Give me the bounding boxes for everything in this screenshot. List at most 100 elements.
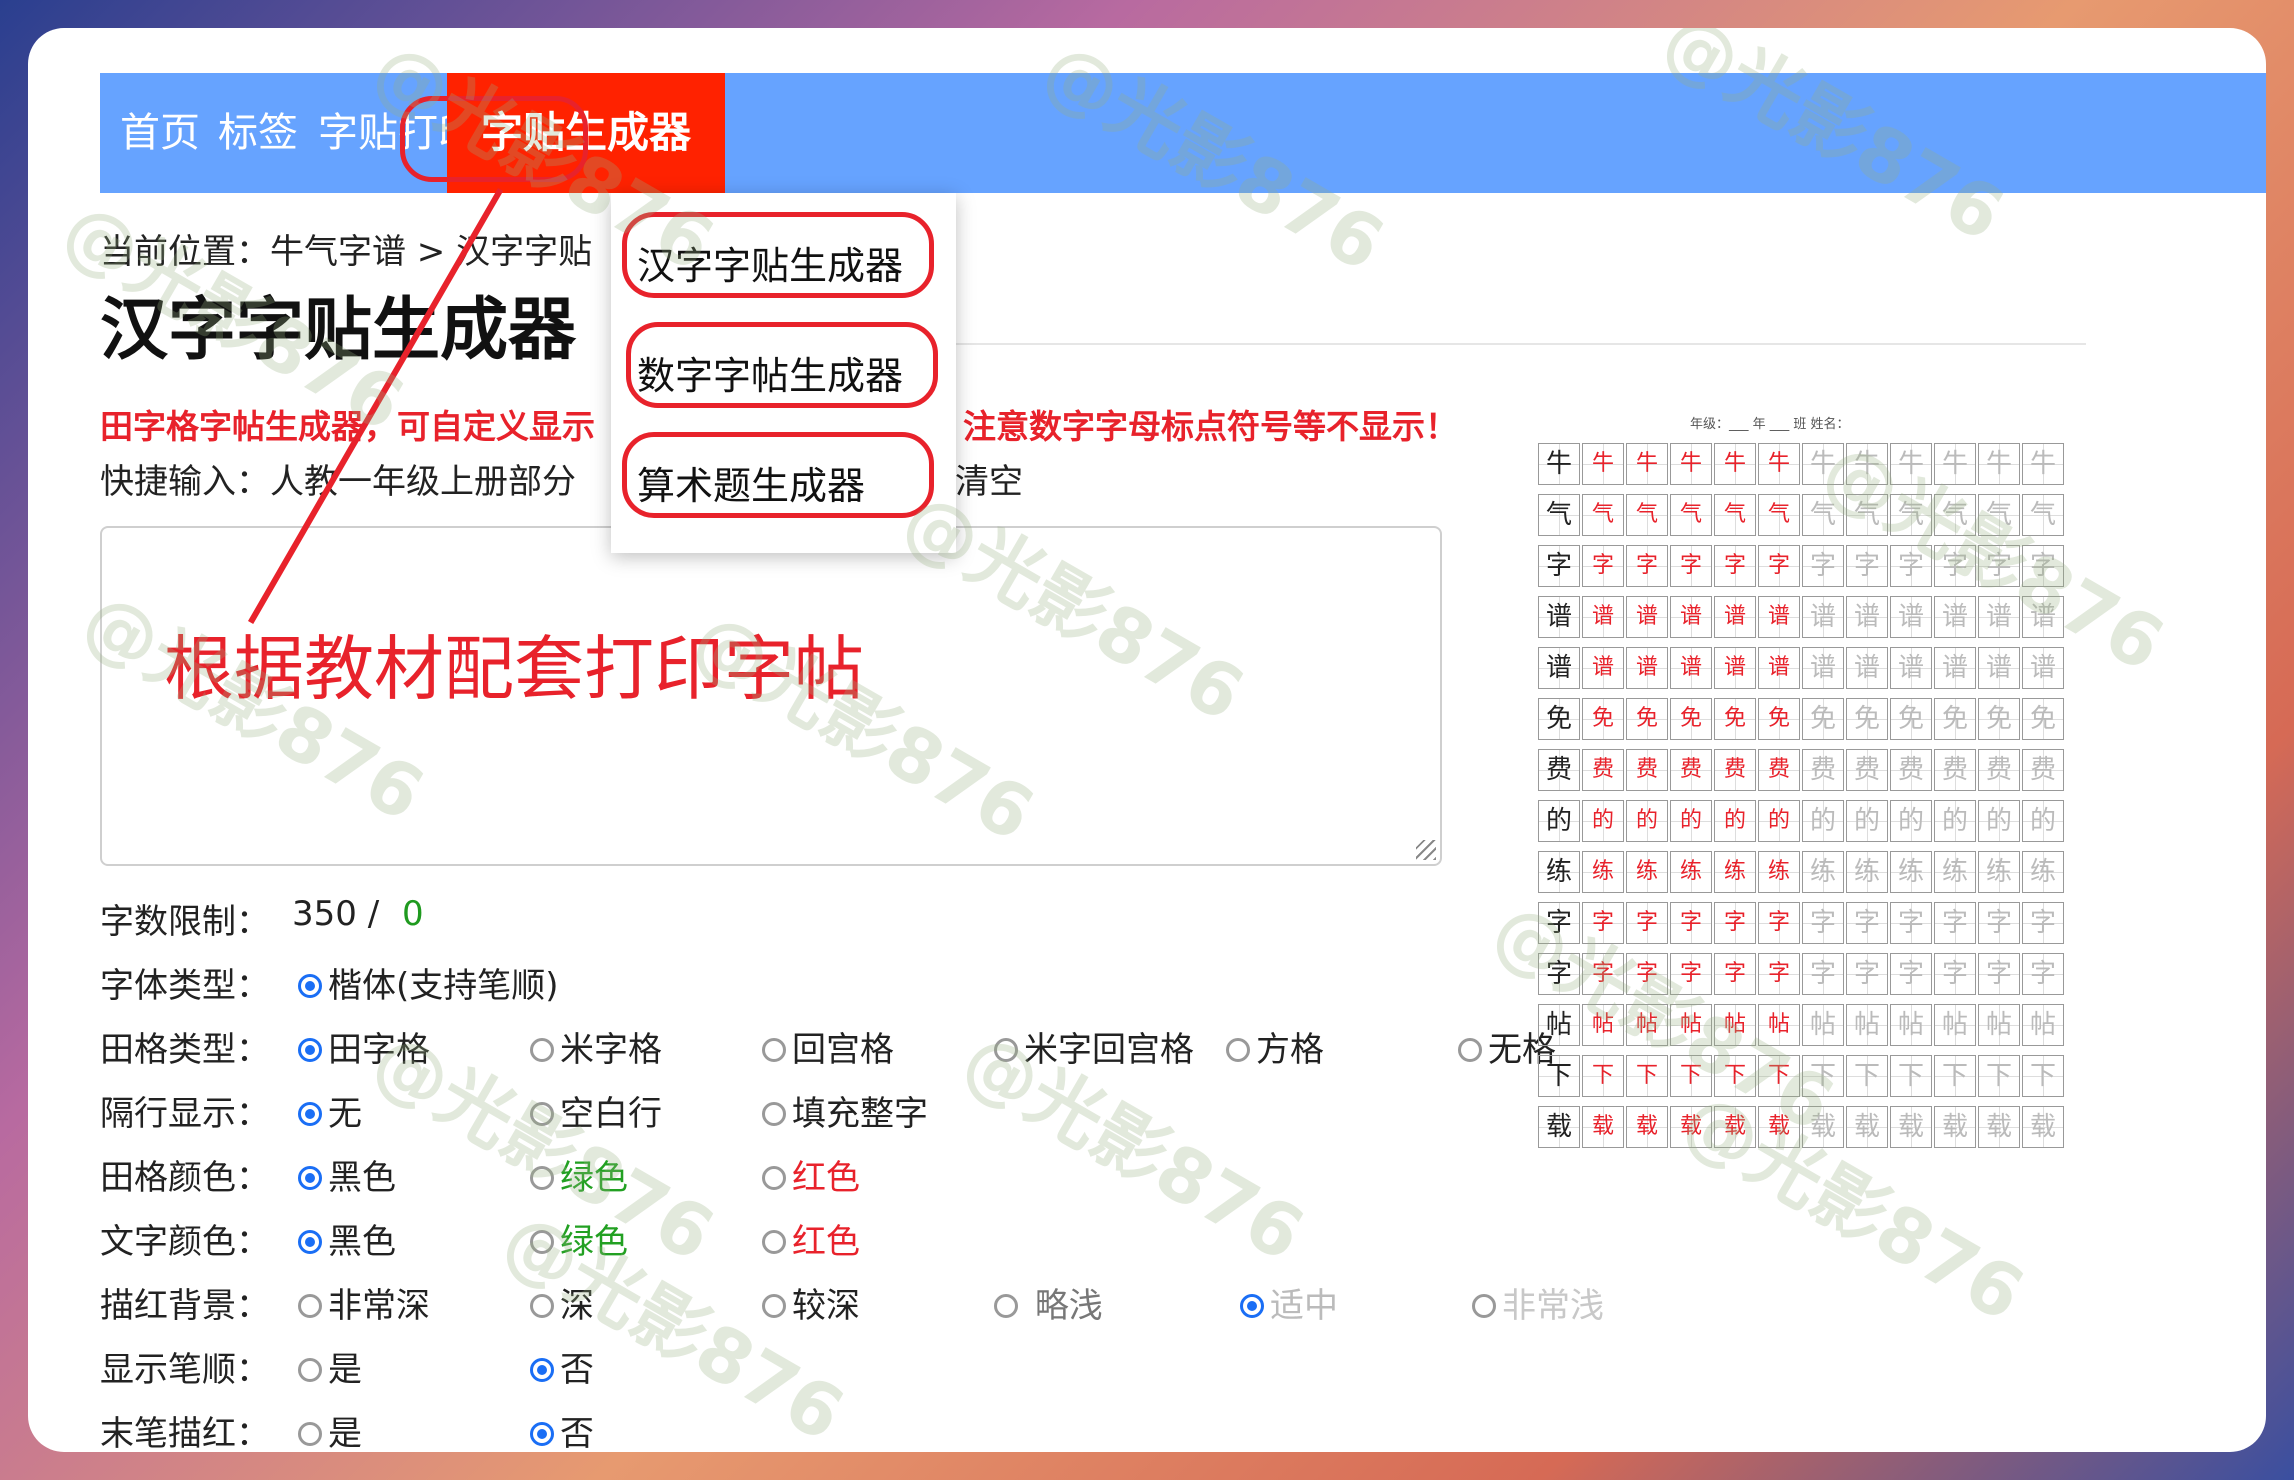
text-color-black[interactable]: 黑色: [298, 1214, 396, 1263]
radio-icon[interactable]: [762, 1165, 786, 1190]
radio-icon[interactable]: [530, 1037, 554, 1062]
radio-icon[interactable]: [298, 1357, 322, 1382]
clear-link[interactable]: 清空: [955, 454, 1023, 503]
preview-cell: 谱: [1758, 647, 1800, 689]
word-limit-max: 350 /: [292, 894, 380, 934]
text-color-green[interactable]: 绿色: [530, 1214, 628, 1263]
radio-icon[interactable]: [1226, 1037, 1250, 1062]
preview-cell: 字: [2022, 902, 2064, 944]
radio-icon[interactable]: [1472, 1293, 1496, 1318]
text-color-red[interactable]: 红色: [762, 1214, 860, 1263]
preview-cell: 字: [1758, 902, 1800, 944]
preview-cell: 气: [1846, 494, 1888, 536]
preview-cell: 下: [2022, 1055, 2064, 1097]
radio-icon[interactable]: [530, 1229, 554, 1254]
preview-cell: 下: [1758, 1055, 1800, 1097]
trace-bg-darker[interactable]: 较深: [762, 1278, 860, 1327]
preview-cell: 帖: [1626, 1004, 1668, 1046]
preview-cell: 免: [1802, 698, 1844, 740]
preview-cell: 载: [1714, 1106, 1756, 1148]
copybook-preview: 年级：___ 年 ___ 班 姓名： 牛牛牛牛牛牛牛牛牛牛牛牛气气气气气气气气气…: [1538, 373, 2078, 1153]
preview-cell: 费: [1758, 749, 1800, 791]
preview-cell: 字: [1538, 545, 1580, 587]
preview-cell: 费: [1890, 749, 1932, 791]
trace-bg-medium[interactable]: 适中: [1240, 1278, 1338, 1327]
radio-icon[interactable]: [530, 1293, 554, 1318]
preview-cell: 费: [1934, 749, 1976, 791]
preview-cell: 载: [1934, 1106, 1976, 1148]
last-stroke-yes[interactable]: 是: [298, 1406, 362, 1452]
spacing-option-fill[interactable]: 填充整字: [762, 1086, 928, 1135]
grid-option-mizi[interactable]: 米字格: [530, 1022, 662, 1071]
grid-color-red[interactable]: 红色: [762, 1150, 860, 1199]
radio-icon[interactable]: [762, 1101, 786, 1126]
resize-handle-icon[interactable]: [1416, 840, 1436, 860]
radio-icon[interactable]: [298, 1421, 322, 1446]
radio-icon[interactable]: [1240, 1293, 1264, 1318]
preview-cell: 载: [1978, 1106, 2020, 1148]
preview-cell: 牛: [1626, 443, 1668, 485]
last-stroke-no[interactable]: 否: [530, 1406, 594, 1452]
preview-cell: 帖: [1538, 1004, 1580, 1046]
trace-bg-dark[interactable]: 深: [530, 1278, 594, 1327]
radio-icon[interactable]: [762, 1229, 786, 1254]
radio-icon[interactable]: [994, 1037, 1018, 1062]
radio-icon[interactable]: [298, 973, 322, 998]
preview-cell: 下: [1538, 1055, 1580, 1097]
radio-icon[interactable]: [762, 1293, 786, 1318]
preview-cell: 练: [1802, 851, 1844, 893]
preview-cell: 载: [1758, 1106, 1800, 1148]
quick-input-label[interactable]: 快捷输入：人教一年级上册部分: [100, 454, 576, 503]
radio-icon[interactable]: [298, 1101, 322, 1126]
preview-cell: 费: [1802, 749, 1844, 791]
grid-option-huigong[interactable]: 回宫格: [762, 1022, 894, 1071]
preview-cell: 帖: [1846, 1004, 1888, 1046]
grid-option-square[interactable]: 方格: [1226, 1022, 1324, 1071]
font-option-kai[interactable]: 楷体(支持笔顺): [298, 958, 559, 1007]
preview-cell: 帖: [1714, 1004, 1756, 1046]
grid-color-black[interactable]: 黑色: [298, 1150, 396, 1199]
radio-icon[interactable]: [994, 1293, 1018, 1318]
browser-window: 首页 标签 字贴打印 字贴生成器 当前位置：牛气字谱 > 汉字字贴 汉字字贴生成…: [28, 28, 2266, 1452]
preview-cell: 的: [1758, 800, 1800, 842]
trace-bg-very-light[interactable]: 非常浅: [1472, 1278, 1604, 1327]
notice-text-right: 注意数字字母标点符号等不显示！: [963, 407, 1458, 446]
preview-cell: 谱: [1626, 596, 1668, 638]
preview-cell: 字: [2022, 545, 2064, 587]
preview-cell: 练: [1846, 851, 1888, 893]
preview-cell: 的: [1626, 800, 1668, 842]
grid-option-mizi-huigong[interactable]: 米字回宫格: [994, 1022, 1194, 1071]
nav-home[interactable]: 首页: [120, 73, 200, 193]
radio-icon[interactable]: [298, 1293, 322, 1318]
nav-tags[interactable]: 标签: [218, 73, 298, 193]
preview-cell: 牛: [1802, 443, 1844, 485]
radio-icon[interactable]: [530, 1101, 554, 1126]
preview-cell: 下: [1978, 1055, 2020, 1097]
preview-cell: 免: [1758, 698, 1800, 740]
preview-cell: 帖: [1758, 1004, 1800, 1046]
trace-bg-very-dark[interactable]: 非常深: [298, 1278, 430, 1327]
radio-icon[interactable]: [298, 1165, 322, 1190]
highlight-circle-menu-1: [622, 212, 934, 298]
radio-icon[interactable]: [530, 1421, 554, 1446]
preview-cell: 费: [1846, 749, 1888, 791]
preview-cell: 帖: [2022, 1004, 2064, 1046]
preview-cell: 免: [1934, 698, 1976, 740]
preview-cell: 牛: [1582, 443, 1624, 485]
preview-cell: 谱: [2022, 647, 2064, 689]
spacing-option-none[interactable]: 无: [298, 1086, 362, 1135]
radio-icon[interactable]: [298, 1229, 322, 1254]
radio-icon[interactable]: [530, 1357, 554, 1382]
spacing-label: 隔行显示：: [100, 1094, 270, 1134]
stroke-order-no[interactable]: 否: [530, 1342, 594, 1391]
grid-option-tianzi[interactable]: 田字格: [298, 1022, 430, 1071]
radio-icon[interactable]: [762, 1037, 786, 1062]
radio-icon[interactable]: [1458, 1037, 1482, 1062]
stroke-order-yes[interactable]: 是: [298, 1342, 362, 1391]
radio-icon[interactable]: [298, 1037, 322, 1062]
trace-bg-light[interactable]: 略浅: [994, 1278, 1103, 1327]
preview-cell: 谱: [1934, 647, 1976, 689]
spacing-option-blank[interactable]: 空白行: [530, 1086, 662, 1135]
radio-icon[interactable]: [530, 1165, 554, 1190]
grid-color-green[interactable]: 绿色: [530, 1150, 628, 1199]
